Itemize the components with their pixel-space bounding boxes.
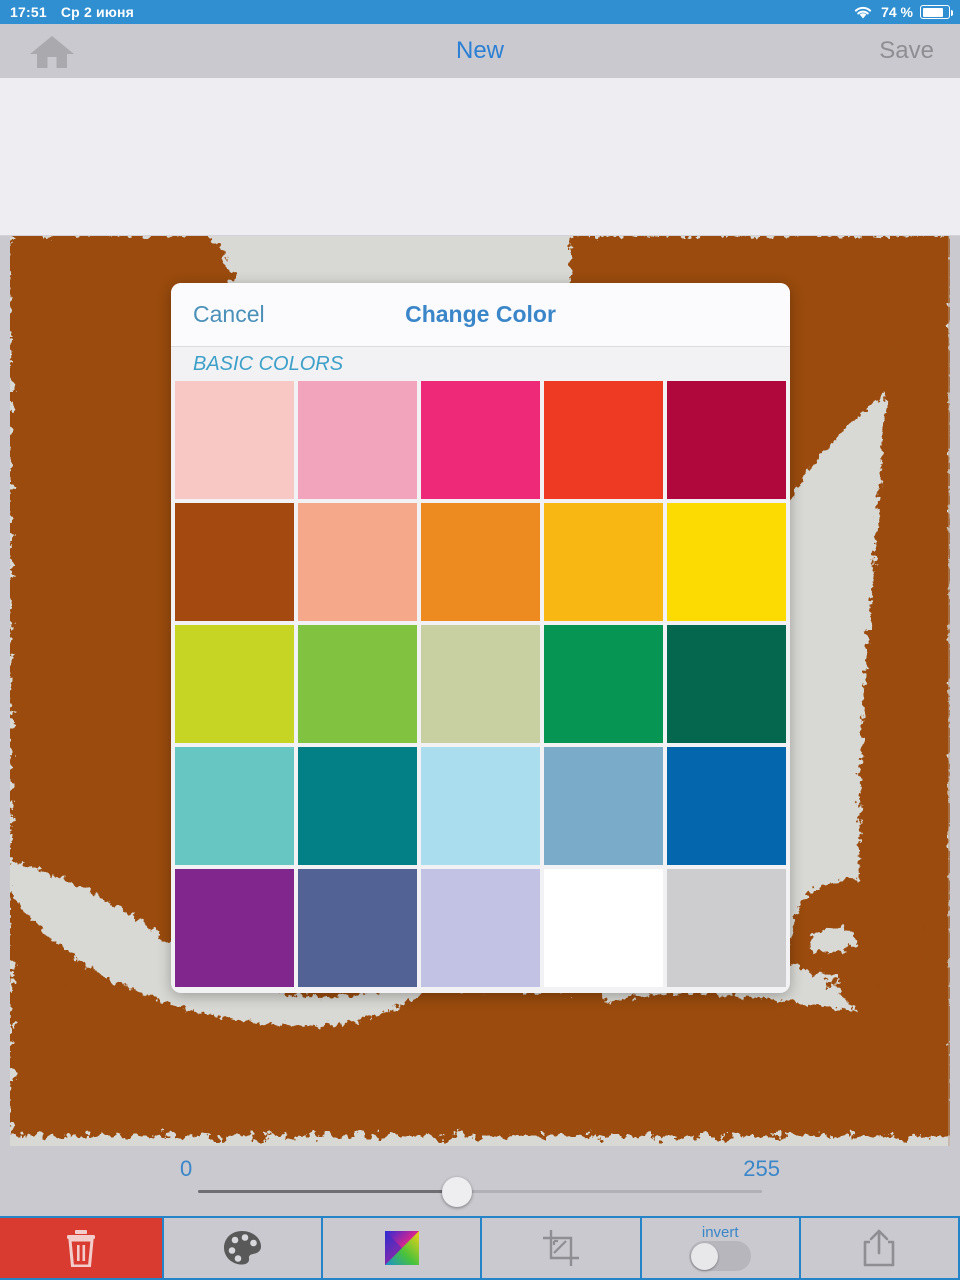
status-bar: 17:51 Ср 2 июня 74 %: [0, 0, 960, 24]
wifi-icon: [854, 6, 872, 19]
share-button[interactable]: [800, 1218, 959, 1278]
color-swatch-orange[interactable]: [421, 503, 540, 621]
status-date: Ср 2 июня: [60, 4, 135, 20]
color-swatch-light-pink[interactable]: [175, 381, 294, 499]
trash-icon: [67, 1230, 95, 1267]
color-swatch-steel-blue[interactable]: [544, 747, 663, 865]
invert-toggle-button[interactable]: invert: [641, 1218, 799, 1278]
crop-button[interactable]: [482, 1218, 640, 1278]
palette-icon: [223, 1231, 261, 1265]
status-right-cluster: 74 %: [852, 4, 953, 20]
color-swatch-sage[interactable]: [421, 625, 540, 743]
page-title: New: [455, 37, 504, 64]
colorwheel-button[interactable]: [323, 1218, 481, 1278]
color-swatch-crimson[interactable]: [667, 381, 786, 499]
nav-bar: New Save: [0, 24, 960, 78]
color-swatch-lime[interactable]: [175, 625, 294, 743]
status-time: 17:51: [10, 4, 47, 20]
color-swatch-yellow[interactable]: [667, 503, 786, 621]
canvas-blank-area: [0, 78, 960, 236]
color-swatch-emerald[interactable]: [544, 625, 663, 743]
app-screen: 17:51 Ср 2 июня 74 % New Save Cancel Cha…: [0, 0, 960, 1280]
color-swatch-turquoise[interactable]: [175, 747, 294, 865]
color-swatch-brown[interactable]: [175, 503, 294, 621]
basic-colors-header: BASIC COLORS: [171, 347, 790, 381]
dialog-title: Change Color: [405, 301, 556, 327]
invert-label: invert: [701, 1224, 739, 1241]
share-icon: [864, 1229, 895, 1267]
palette-button[interactable]: [164, 1218, 322, 1278]
color-swatch-red-orange[interactable]: [544, 381, 663, 499]
save-button[interactable]: Save: [879, 37, 934, 65]
color-swatch-grid: [171, 381, 790, 993]
slider-track[interactable]: [198, 1176, 762, 1207]
color-swatch-purple[interactable]: [175, 869, 294, 987]
color-swatch-teal[interactable]: [298, 747, 417, 865]
change-color-dialog: Cancel Change Color BASIC COLORS: [171, 283, 790, 993]
color-swatch-light-gray[interactable]: [667, 869, 786, 987]
color-swatch-salmon[interactable]: [298, 503, 417, 621]
color-swatch-magenta[interactable]: [421, 381, 540, 499]
color-swatch-amber[interactable]: [544, 503, 663, 621]
slider-min-label: 0: [180, 1156, 193, 1181]
color-swatch-dark-green[interactable]: [667, 625, 786, 743]
slider-thumb[interactable]: [442, 1176, 473, 1207]
color-swatch-slate-blue[interactable]: [298, 869, 417, 987]
battery-percent: 74 %: [881, 4, 913, 20]
color-swatch-sky-blue[interactable]: [421, 747, 540, 865]
toggle-switch-icon[interactable]: [689, 1241, 752, 1271]
battery-icon: [920, 5, 953, 19]
crop-icon: [543, 1230, 579, 1266]
color-swatch-blue[interactable]: [667, 747, 786, 865]
slider-fill: [198, 1190, 458, 1193]
color-wheel-icon: [384, 1231, 419, 1265]
color-swatch-pink[interactable]: [298, 381, 417, 499]
value-slider-row: 0 255: [0, 1146, 960, 1216]
color-swatch-white[interactable]: [544, 869, 663, 987]
dialog-header: Cancel Change Color: [171, 283, 790, 347]
color-swatch-lavender[interactable]: [421, 869, 540, 987]
color-swatch-yellow-green[interactable]: [298, 625, 417, 743]
delete-button[interactable]: [0, 1218, 162, 1278]
bottom-toolbar: invert: [0, 1216, 960, 1280]
slider-max-label: 255: [743, 1156, 780, 1181]
